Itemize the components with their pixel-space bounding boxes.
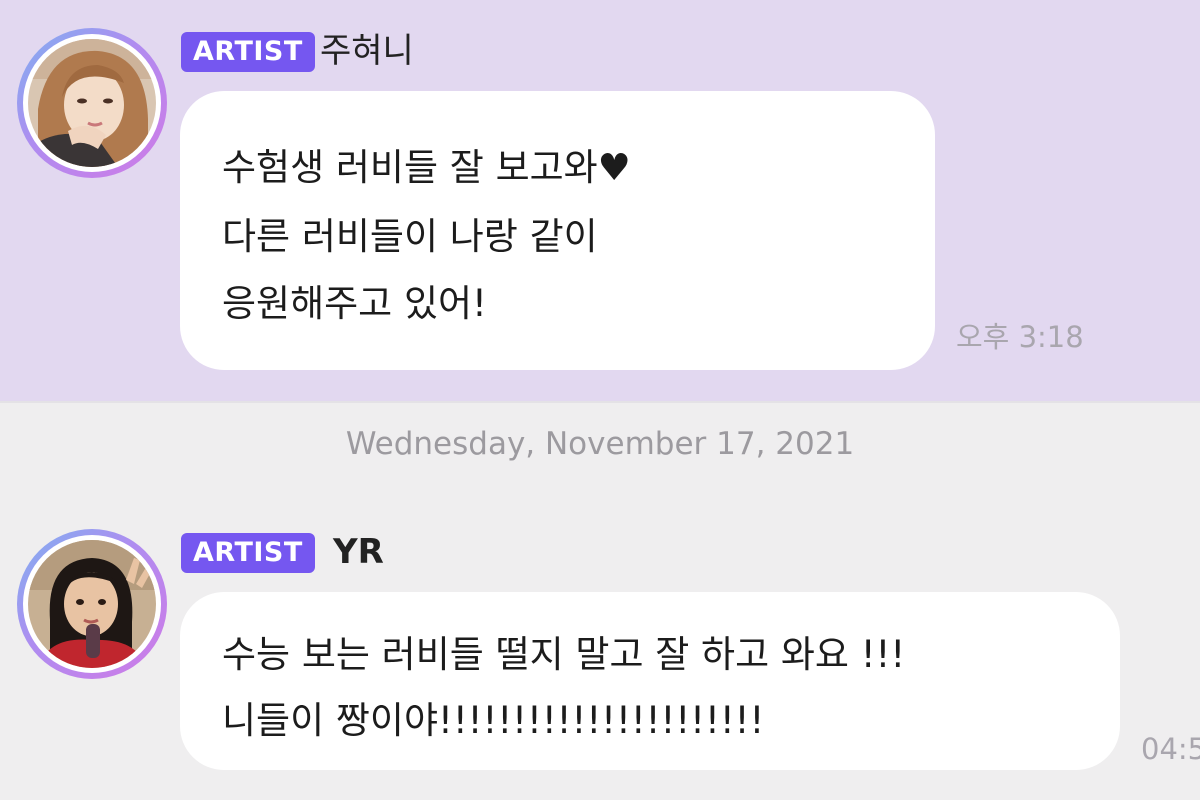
- message-bubble[interactable]: 수능 보는 러비들 떨지 말고 잘 하고 와요 !!! 니들이 짱이야!!!!!…: [180, 592, 1120, 770]
- message-line: 수험생 러비들 잘 보고와♥: [222, 146, 631, 189]
- artist-badge: ARTIST: [181, 533, 315, 573]
- artist-badge: ARTIST: [181, 32, 315, 72]
- avatar-photo: [28, 39, 156, 167]
- avatar-juhyeoni[interactable]: [17, 28, 167, 178]
- message-line: 응원해주고 있어!: [222, 282, 487, 325]
- message-line: 수능 보는 러비들 떨지 말고 잘 하고 와요 !!!: [222, 633, 906, 676]
- sender-name: 주혀니: [320, 31, 414, 71]
- message-line: 니들이 짱이야!!!!!!!!!!!!!!!!!!!!!!: [222, 699, 765, 742]
- sender-name: YR: [333, 532, 384, 572]
- avatar-photo: [28, 540, 156, 668]
- message-timestamp: 오후 3:18: [956, 320, 1084, 354]
- avatar-yr[interactable]: [17, 529, 167, 679]
- message-bubble[interactable]: 수험생 러비들 잘 보고와♥ 다른 러비들이 나랑 같이 응원해주고 있어!: [180, 91, 935, 370]
- message-line: 다른 러비들이 나랑 같이: [222, 215, 598, 258]
- date-separator: Wednesday, November 17, 2021: [345, 426, 855, 462]
- message-timestamp: 04:5: [1141, 732, 1200, 766]
